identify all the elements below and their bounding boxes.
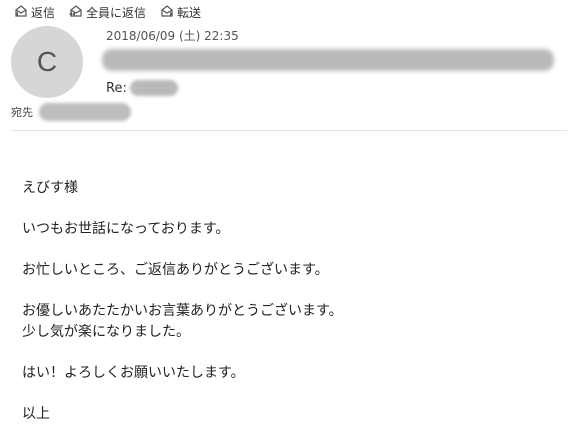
reply-button[interactable]: 返信 bbox=[14, 4, 55, 21]
reply-label: 返信 bbox=[31, 5, 56, 20]
message-body: えびす様 いつもお世話になっております。 お忙しいところ、ご返信ありがとうござい… bbox=[22, 178, 343, 424]
redacted-sender bbox=[102, 49, 554, 71]
forward-label: 転送 bbox=[177, 5, 202, 20]
reply-icon bbox=[14, 4, 31, 21]
message-toolbar: 返信 全員に返信 転送 bbox=[14, 3, 215, 21]
to-label: 宛先 bbox=[11, 106, 33, 119]
reply-all-label: 全員に返信 bbox=[86, 5, 147, 20]
message-subject: Re: bbox=[106, 80, 178, 96]
body-line: お優しいあたたかいお言葉ありがとうございます。 bbox=[22, 303, 343, 319]
body-line: 少し気が楽になりました。 bbox=[22, 323, 190, 340]
reply-all-icon bbox=[69, 4, 86, 21]
body-line: 以上 bbox=[22, 405, 50, 422]
sender-avatar: C bbox=[11, 26, 83, 98]
body-line: いつもお世話になっております。 bbox=[22, 221, 230, 237]
redacted-subject bbox=[129, 80, 178, 96]
subject-prefix: Re: bbox=[106, 80, 127, 96]
reply-all-button[interactable]: 全員に返信 bbox=[69, 4, 146, 21]
body-line: お忙しいところ、ご返信ありがとうございます。 bbox=[22, 262, 329, 278]
forward-button[interactable]: 転送 bbox=[160, 4, 201, 21]
message-date: 2018/06/09 (土) 22:35 bbox=[106, 29, 239, 43]
forward-icon bbox=[160, 4, 177, 21]
body-line: えびす様 bbox=[22, 180, 78, 196]
recipient-row: 宛先 bbox=[11, 103, 131, 121]
header-divider bbox=[11, 130, 567, 131]
avatar-initial: C bbox=[36, 46, 58, 77]
body-line: はい！よろしくお願いいたします。 bbox=[22, 364, 245, 381]
redacted-recipient bbox=[39, 103, 131, 121]
